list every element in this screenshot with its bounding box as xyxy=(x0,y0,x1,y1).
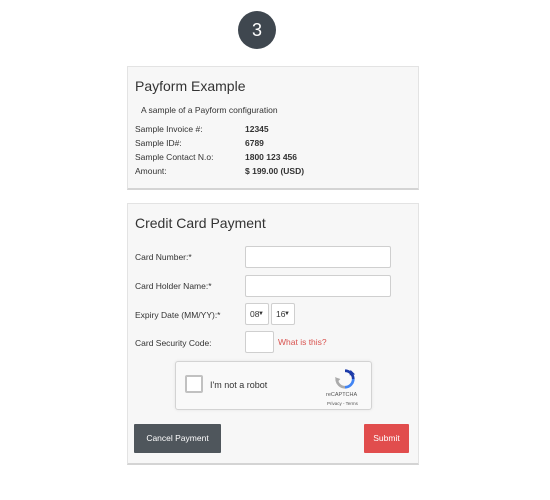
amount-label: Amount: xyxy=(135,166,167,176)
security-code-label: Card Security Code: xyxy=(135,338,212,348)
step-number-badge: 3 xyxy=(238,11,276,49)
card-number-input[interactable] xyxy=(245,246,391,268)
info-panel-subtitle: A sample of a Payform configuration xyxy=(141,105,278,115)
caret-down-icon: ▼ xyxy=(284,311,290,317)
amount-row: Amount: $ 199.00 (USD) xyxy=(135,166,304,176)
info-panel-title: Payform Example xyxy=(135,78,246,94)
expiry-label: Expiry Date (MM/YY):* xyxy=(135,310,221,320)
sample-id-value: 6789 xyxy=(245,138,264,148)
sample-id-row: Sample ID#: 6789 xyxy=(135,138,264,148)
security-code-input[interactable] xyxy=(245,331,274,353)
invoice-label: Sample Invoice #: xyxy=(135,124,203,134)
recaptcha-checkbox[interactable] xyxy=(185,375,203,393)
invoice-value: 12345 xyxy=(245,124,269,134)
holder-name-input[interactable] xyxy=(245,275,391,297)
expiry-year-select[interactable]: 16 ▼ xyxy=(271,303,295,325)
expiry-month-select[interactable]: 08 ▼ xyxy=(245,303,269,325)
contact-label: Sample Contact N.o: xyxy=(135,152,214,162)
cancel-payment-button[interactable]: Cancel Payment xyxy=(134,424,221,453)
payform-info-panel: Payform Example A sample of a Payform co… xyxy=(127,66,419,190)
recaptcha-label: I'm not a robot xyxy=(210,380,268,390)
invoice-row: Sample Invoice #: 12345 xyxy=(135,124,269,134)
card-panel-title: Credit Card Payment xyxy=(135,215,266,231)
credit-card-panel: Credit Card Payment Card Number:* Card H… xyxy=(127,203,419,465)
recaptcha-logo-icon xyxy=(334,369,356,389)
contact-value: 1800 123 456 xyxy=(245,152,297,162)
sample-id-label: Sample ID#: xyxy=(135,138,182,148)
holder-name-label: Card Holder Name:* xyxy=(135,281,212,291)
caret-down-icon: ▼ xyxy=(258,311,264,317)
what-is-this-link[interactable]: What is this? xyxy=(278,337,327,347)
recaptcha-terms-link[interactable]: Privacy - Terms xyxy=(327,401,358,406)
recaptcha-brand: reCAPTCHA xyxy=(326,392,358,398)
recaptcha-widget: I'm not a robot reCAPTCHA Privacy - Term… xyxy=(175,361,372,410)
card-number-label: Card Number:* xyxy=(135,252,192,262)
submit-button[interactable]: Submit xyxy=(364,424,409,453)
contact-row: Sample Contact N.o: 1800 123 456 xyxy=(135,152,297,162)
amount-value: $ 199.00 (USD) xyxy=(245,166,305,176)
